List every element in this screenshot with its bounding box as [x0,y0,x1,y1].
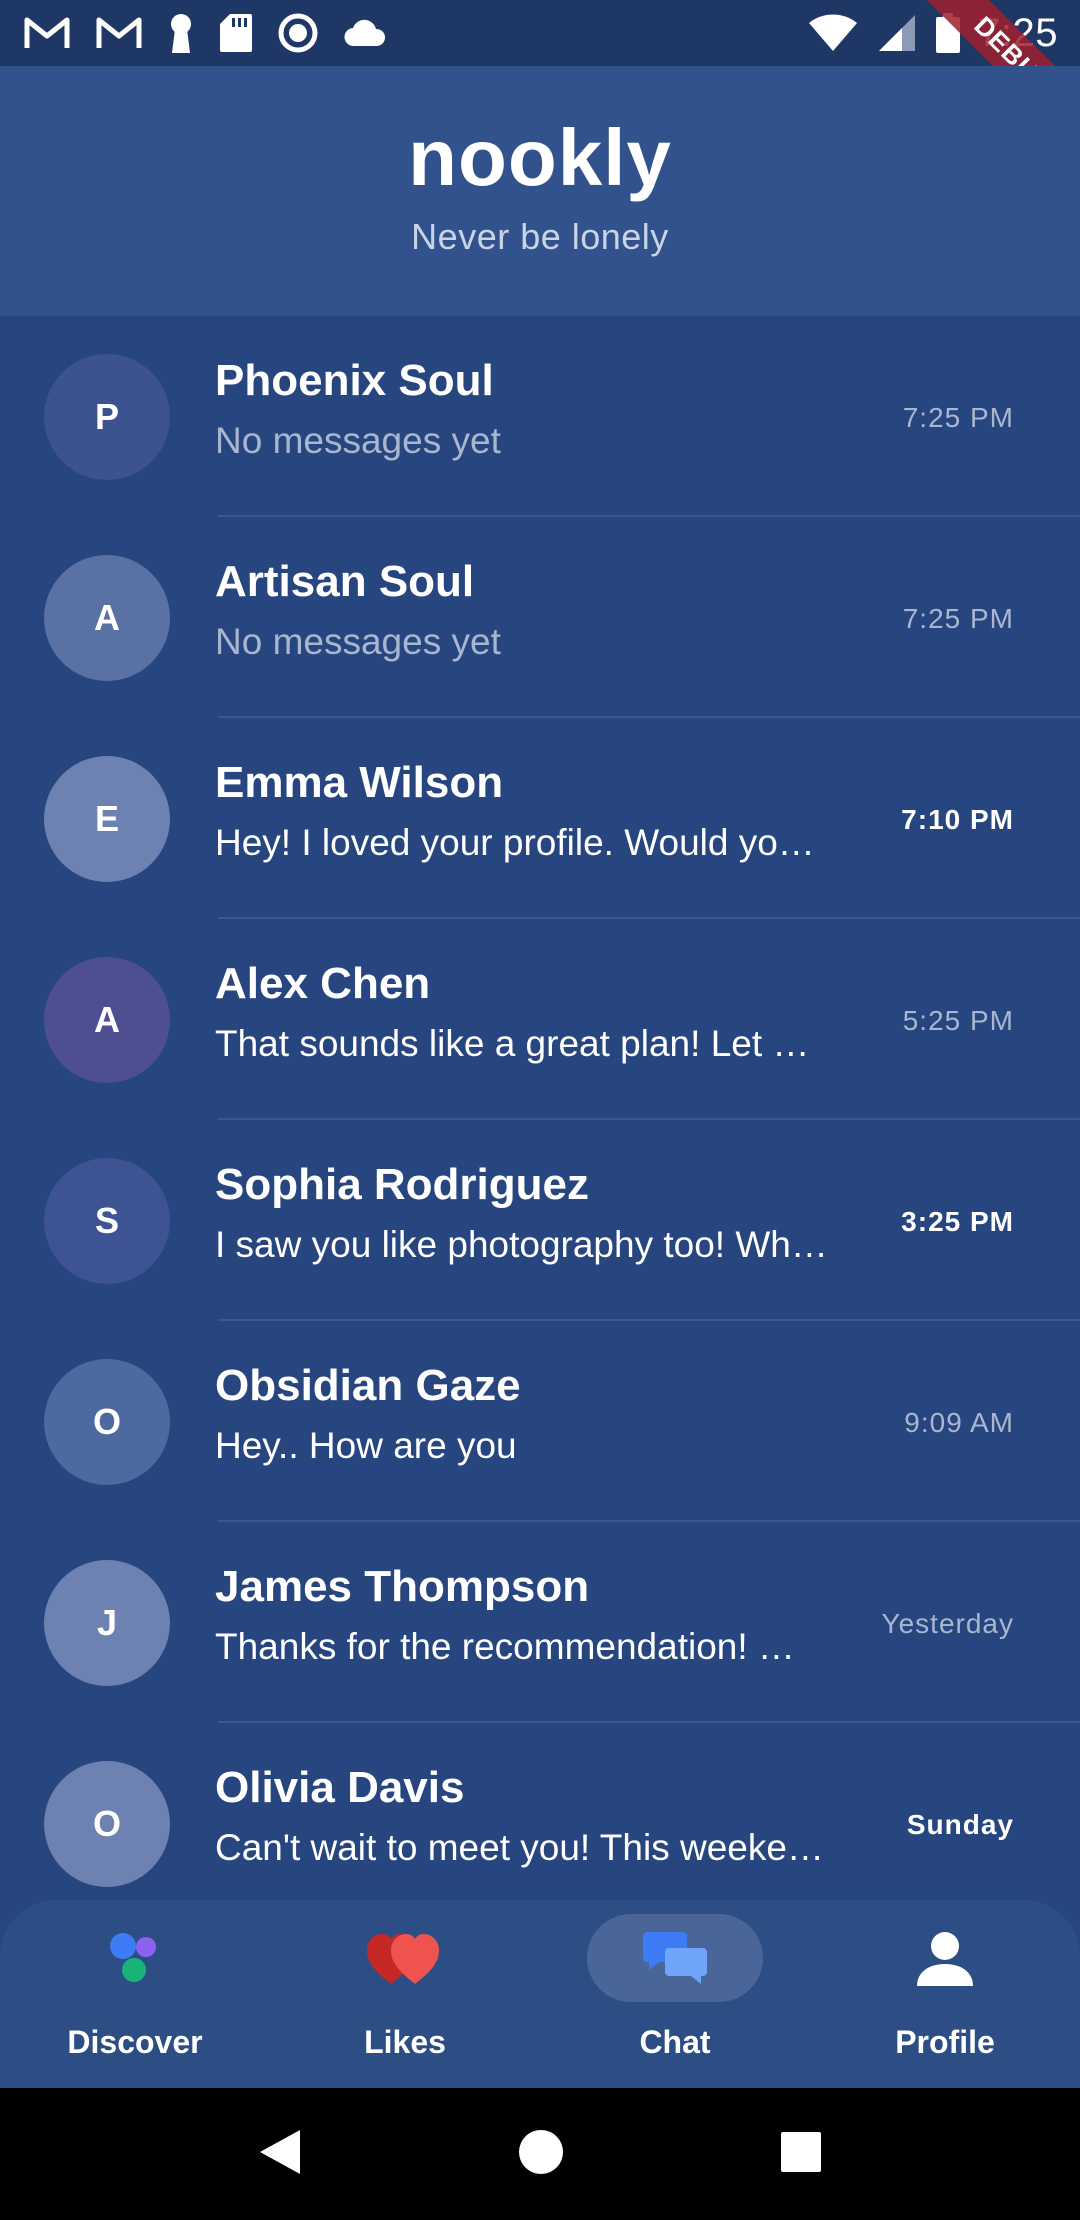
app-screen: 7:25 DEBUG nookly Never be lonely P Phoe… [0,0,1080,2220]
chat-message-preview: I saw you like photography too! Wh… [215,1224,828,1265]
status-time: 7:25 [978,10,1058,55]
discover-icon [47,1914,223,2002]
notification-icons [24,13,412,53]
chat-bubbles-icon [587,1914,763,2002]
chat-list-item[interactable]: A Artisan Soul No messages yet 7:25 PM [0,517,1080,718]
chat-list-item[interactable]: O Olivia Davis Can't wait to meet you! T… [0,1723,1080,1900]
keyhole-icon [168,13,194,53]
battery-icon [936,13,961,53]
person-icon [857,1914,1033,2002]
avatar: A [44,555,170,681]
chat-contact-name: Olivia Davis [215,1763,465,1812]
chat-list-item[interactable]: J James Thompson Thanks for the recommen… [0,1522,1080,1723]
nav-label-discover: Discover [67,2024,203,2060]
sd-card-icon [220,14,252,52]
app-header: nookly Never be lonely [0,66,1080,316]
cloud-icon [344,18,386,48]
back-icon[interactable] [258,2128,302,2181]
wifi-icon [808,14,858,52]
chat-list-item[interactable]: O Obsidian Gaze Hey.. How are you 9:09 A… [0,1321,1080,1522]
chat-contact-name: James Thompson [215,1562,590,1611]
app-title: nookly [408,113,672,202]
chat-list-item[interactable]: E Emma Wilson Hey! I loved your profile.… [0,718,1080,919]
nav-item-profile[interactable]: Profile [810,1900,1080,2088]
chat-message-preview: Hey.. How are you [215,1425,517,1466]
home-icon[interactable] [518,2129,564,2180]
gmail-icon [96,16,142,50]
chat-message-preview: Hey! I loved your profile. Would yo… [215,822,815,863]
chat-contact-name: Emma Wilson [215,758,504,807]
chat-timestamp: 7:25 PM [902,603,1014,634]
avatar: O [44,1761,170,1887]
chat-message-preview: Thanks for the recommendation! … [215,1626,795,1667]
chat-timestamp: 7:10 PM [901,804,1014,835]
chat-contact-name: Alex Chen [215,959,431,1008]
avatar: A [44,957,170,1083]
record-icon [278,13,318,53]
avatar: O [44,1359,170,1485]
chat-contact-name: Artisan Soul [215,557,475,606]
chat-timestamp: 9:09 AM [904,1407,1014,1438]
chat-timestamp: 7:25 PM [902,402,1014,433]
avatar: P [44,354,170,480]
status-bar: 7:25 [0,0,1080,66]
bottom-navigation: Discover Likes Chat Profile [0,1900,1080,2088]
chat-timestamp: Sunday [906,1809,1014,1840]
chat-timestamp: 5:25 PM [902,1005,1014,1036]
chat-message-preview: No messages yet [215,621,501,662]
chat-list-item[interactable]: A Alex Chen That sounds like a great pla… [0,919,1080,1120]
gmail-icon [24,16,70,50]
system-icons: 7:25 [788,11,1058,56]
avatar: J [44,1560,170,1686]
cell-signal-icon [878,14,916,52]
recents-icon[interactable] [780,2131,822,2178]
hearts-icon [317,1914,493,2002]
chat-list-item[interactable]: S Sophia Rodriguez I saw you like photog… [0,1120,1080,1321]
chat-message-preview: That sounds like a great plan! Let … [215,1023,810,1064]
avatar: S [44,1158,170,1284]
chat-timestamp: 3:25 PM [901,1206,1014,1237]
app-subtitle: Never be lonely [411,216,669,257]
chat-message-preview: Can't wait to meet you! This weeke… [215,1827,824,1868]
nav-item-chat[interactable]: Chat [540,1900,810,2088]
nav-label-chat: Chat [639,2024,711,2060]
nav-label-profile: Profile [895,2024,995,2060]
nav-label-likes: Likes [364,2024,446,2060]
nav-item-likes[interactable]: Likes [270,1900,540,2088]
nav-item-discover[interactable]: Discover [0,1900,270,2088]
chat-timestamp: Yesterday [881,1608,1014,1639]
system-navigation-bar [0,2088,1080,2220]
chat-message-preview: No messages yet [215,420,501,461]
chat-contact-name: Phoenix Soul [215,356,494,405]
avatar: E [44,756,170,882]
chat-contact-name: Obsidian Gaze [215,1361,521,1410]
chat-list[interactable]: P Phoenix Soul No messages yet 7:25 PM A… [0,316,1080,1900]
chat-contact-name: Sophia Rodriguez [215,1160,589,1209]
chat-list-item[interactable]: P Phoenix Soul No messages yet 7:25 PM [0,316,1080,517]
